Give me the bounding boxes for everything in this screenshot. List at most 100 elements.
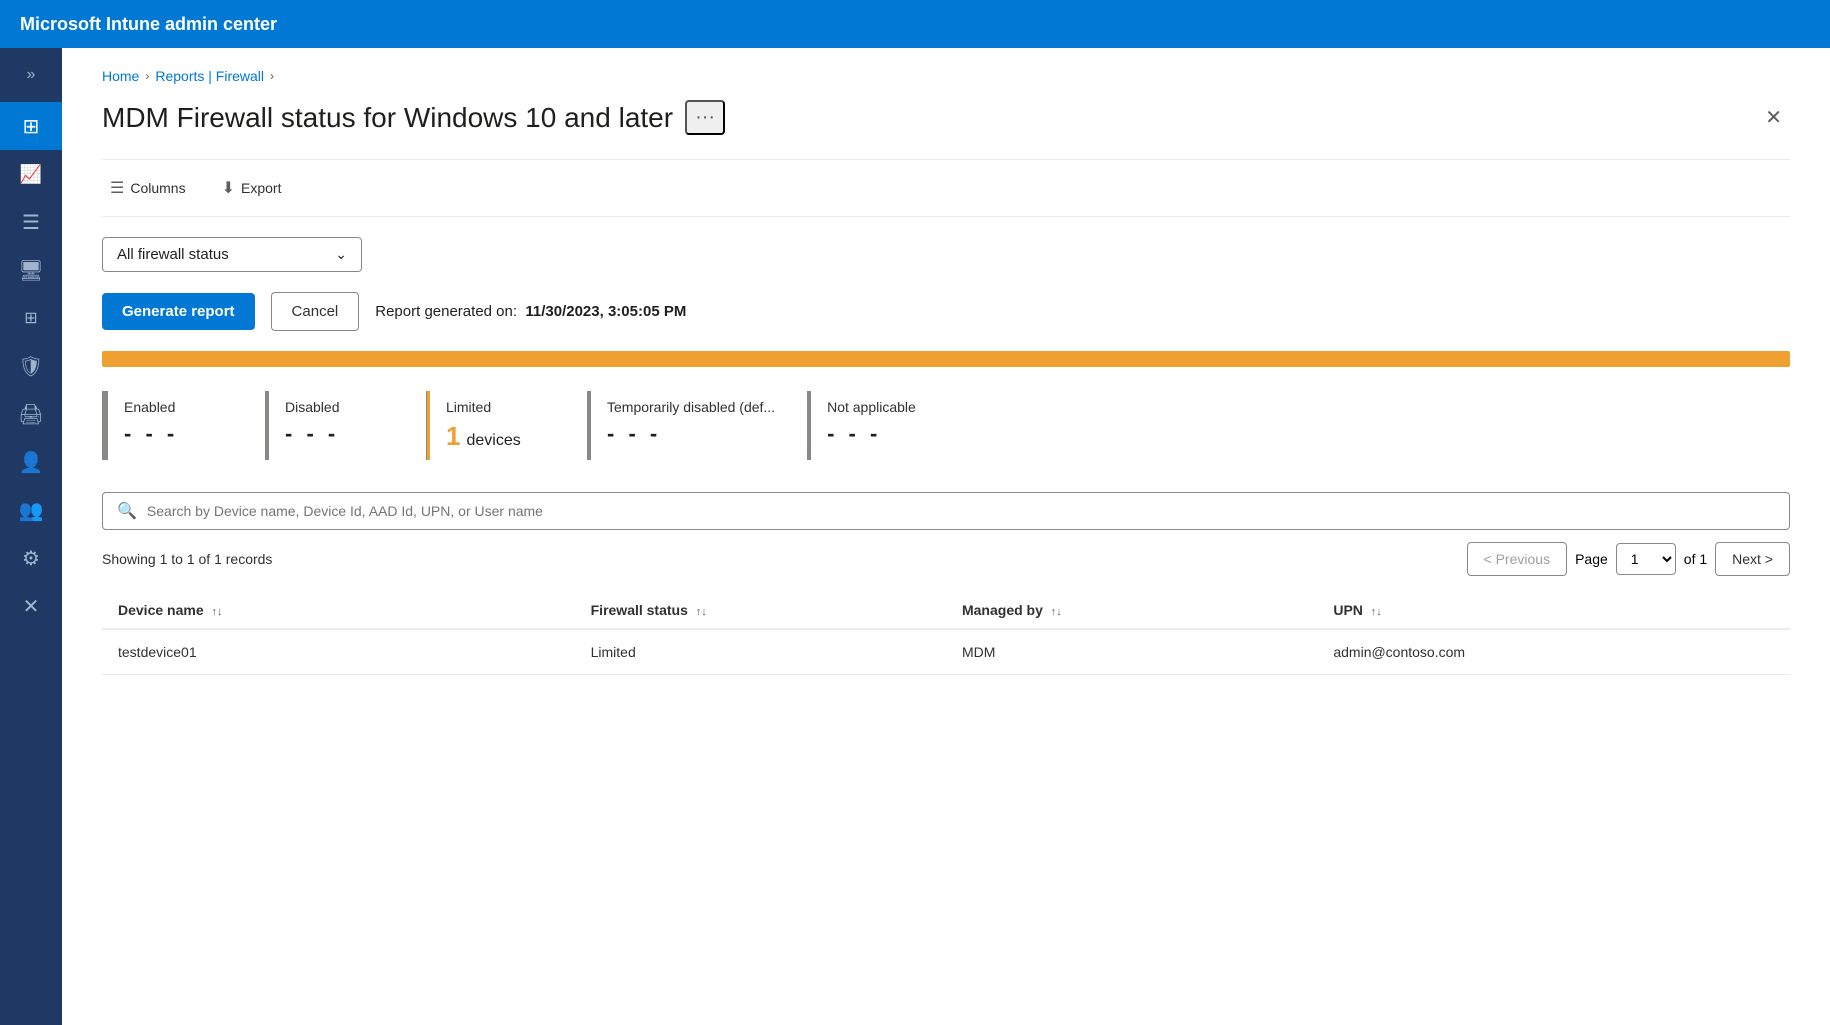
stat-not-applicable: Not applicable - - - — [808, 391, 968, 460]
more-options-button[interactable]: ··· — [685, 100, 725, 135]
col-device-label: Device name — [118, 602, 204, 618]
breadcrumb-reports[interactable]: Reports | Firewall — [155, 68, 264, 84]
sidebar-item-home[interactable]: ⊞ — [0, 102, 62, 150]
stat-limited: Limited 1 devices — [427, 391, 587, 460]
shield-icon: 🛡 — [18, 354, 43, 379]
export-button[interactable]: ⬇ Export — [214, 172, 290, 204]
stat-not-applicable-label: Not applicable — [827, 399, 936, 415]
sidebar-item-settings[interactable]: ⚙ — [0, 534, 62, 582]
search-icon: 🔍 — [117, 501, 137, 521]
top-bar: Microsoft Intune admin center — [0, 0, 1830, 48]
stat-limited-count: 1 — [446, 421, 460, 452]
stat-limited-unit: devices — [466, 432, 520, 450]
search-input[interactable] — [147, 503, 1775, 519]
sidebar-item-devices[interactable]: 🖥 — [0, 246, 62, 294]
sidebar-item-users[interactable]: 👤 — [0, 438, 62, 486]
stat-temp-disabled-value: - - - — [607, 421, 775, 447]
generate-report-button[interactable]: Generate report — [102, 293, 255, 330]
close-nav-icon: ✕ — [23, 594, 40, 619]
col-firewall-label: Firewall status — [591, 602, 688, 618]
table-header-row: Device name ↑↓ Firewall status ↑↓ Manage… — [102, 592, 1790, 629]
reports-icon: 📈 — [20, 164, 42, 185]
report-date-prefix: Report generated on: — [375, 303, 517, 320]
table-body: testdevice01 Limited MDM admin@contoso.c… — [102, 629, 1790, 675]
export-label: Export — [241, 180, 281, 196]
breadcrumb: Home › Reports | Firewall › — [102, 68, 1790, 84]
sidebar-item-close[interactable]: ✕ — [0, 582, 62, 630]
close-button[interactable]: ✕ — [1757, 101, 1790, 134]
page-label: Page — [1575, 551, 1608, 567]
sidebar: » ⊞ 📈 ☰ 🖥 ⊞ 🛡 🖨 👤 👥 ⚙ ✕ — [0, 48, 62, 1025]
sidebar-item-menu[interactable]: ☰ — [0, 198, 62, 246]
col-managed-label: Managed by — [962, 602, 1043, 618]
groups-icon: 👥 — [19, 498, 44, 523]
export-icon: ⬇ — [222, 178, 235, 198]
stat-disabled: Disabled - - - — [266, 391, 426, 460]
stat-disabled-label: Disabled — [285, 399, 394, 415]
report-date-value: 11/30/2023, 3:05:05 PM — [525, 303, 686, 320]
user-icon: 👤 — [19, 450, 44, 475]
columns-label: Columns — [130, 180, 185, 196]
stat-limited-count-row: 1 devices — [446, 421, 555, 452]
pagination: < Previous Page 1 of 1 Next > — [1467, 542, 1790, 576]
page-header-left: MDM Firewall status for Windows 10 and l… — [102, 100, 725, 135]
page-header: MDM Firewall status for Windows 10 and l… — [102, 100, 1790, 135]
stat-temp-disabled: Temporarily disabled (def... - - - — [588, 391, 807, 460]
sidebar-item-reports[interactable]: 📈 — [0, 150, 62, 198]
cell-device-name: testdevice01 — [102, 629, 575, 675]
sidebar-item-groups[interactable]: 👥 — [0, 486, 62, 534]
report-date: Report generated on: 11/30/2023, 3:05:05… — [375, 303, 686, 320]
stat-temp-disabled-label: Temporarily disabled (def... — [607, 399, 775, 415]
previous-button[interactable]: < Previous — [1467, 542, 1568, 576]
content-area: Home › Reports | Firewall › MDM Firewall… — [62, 48, 1830, 1025]
col-header-managed-by[interactable]: Managed by ↑↓ — [946, 592, 1317, 629]
page-select-wrapper: Page 1 of 1 — [1575, 543, 1707, 575]
sidebar-item-monitor[interactable]: 🖨 — [0, 390, 62, 438]
gear-icon: ⚙ — [22, 546, 40, 571]
stat-enabled: Enabled - - - — [105, 391, 265, 460]
breadcrumb-sep-2: › — [270, 69, 274, 83]
col-header-firewall-status[interactable]: Firewall status ↑↓ — [575, 592, 946, 629]
sort-icon-managed: ↑↓ — [1051, 606, 1062, 618]
sort-icon-upn: ↑↓ — [1371, 606, 1382, 618]
sidebar-collapse-btn[interactable]: » — [17, 56, 46, 94]
chevron-down-icon: ⌄ — [335, 246, 347, 263]
table-head: Device name ↑↓ Firewall status ↑↓ Manage… — [102, 592, 1790, 629]
app-title: Microsoft Intune admin center — [20, 14, 277, 35]
search-wrapper: 🔍 — [102, 492, 1790, 530]
columns-icon: ☰ — [110, 178, 124, 198]
action-row: Generate report Cancel Report generated … — [102, 292, 1790, 331]
col-header-device-name[interactable]: Device name ↑↓ — [102, 592, 575, 629]
filter-row: All firewall status ⌄ — [102, 237, 1790, 272]
page-title: MDM Firewall status for Windows 10 and l… — [102, 102, 673, 134]
next-button[interactable]: Next > — [1715, 542, 1790, 576]
col-header-upn[interactable]: UPN ↑↓ — [1317, 592, 1790, 629]
table-row: testdevice01 Limited MDM admin@contoso.c… — [102, 629, 1790, 675]
cell-upn: admin@contoso.com — [1317, 629, 1790, 675]
menu-icon: ☰ — [22, 210, 40, 235]
cell-managed-by: MDM — [946, 629, 1317, 675]
cell-firewall-status: Limited — [575, 629, 946, 675]
dropdown-value: All firewall status — [117, 246, 229, 263]
page-of-label: of 1 — [1684, 551, 1707, 567]
sidebar-item-apps[interactable]: ⊞ — [0, 294, 62, 342]
firewall-status-dropdown[interactable]: All firewall status ⌄ — [102, 237, 362, 272]
stat-disabled-value: - - - — [285, 421, 394, 447]
breadcrumb-sep-1: › — [145, 69, 149, 83]
records-info: Showing 1 to 1 of 1 records — [102, 551, 272, 567]
sort-icon-firewall: ↑↓ — [696, 606, 707, 618]
main-layout: » ⊞ 📈 ☰ 🖥 ⊞ 🛡 🖨 👤 👥 ⚙ ✕ — [0, 48, 1830, 1025]
stats-row: Enabled - - - Disabled - - - Limited 1 d… — [102, 391, 1790, 460]
home-icon: ⊞ — [23, 114, 40, 139]
page-number-dropdown[interactable]: 1 — [1616, 543, 1676, 575]
sidebar-item-security[interactable]: 🛡 — [0, 342, 62, 390]
cancel-button[interactable]: Cancel — [271, 292, 360, 331]
apps-icon: ⊞ — [24, 308, 37, 328]
breadcrumb-home[interactable]: Home — [102, 68, 139, 84]
columns-button[interactable]: ☰ Columns — [102, 172, 194, 204]
stat-limited-label: Limited — [446, 399, 555, 415]
stat-not-applicable-value: - - - — [827, 421, 936, 447]
monitor-icon: 🖨 — [18, 402, 43, 427]
table-controls: Showing 1 to 1 of 1 records < Previous P… — [102, 542, 1790, 576]
col-upn-label: UPN — [1333, 602, 1363, 618]
